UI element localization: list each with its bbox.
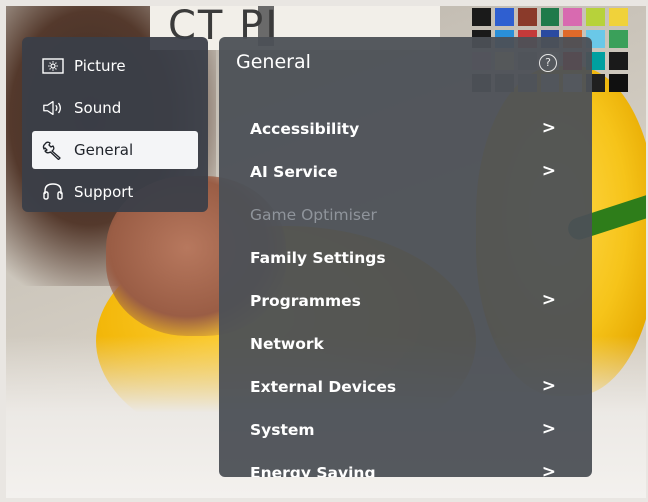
headset-icon: [42, 183, 64, 201]
setting-system[interactable]: System >: [219, 408, 592, 451]
color-swatch: [609, 8, 628, 26]
general-settings-panel: General ? Accessibility > AI Service > G…: [219, 37, 592, 477]
color-swatch: [586, 8, 606, 26]
color-swatch: [517, 8, 537, 26]
setting-network[interactable]: Network: [219, 322, 592, 365]
setting-label: Game Optimiser: [250, 205, 377, 224]
help-icon[interactable]: ?: [539, 54, 557, 72]
menu-item-sound[interactable]: Sound: [32, 89, 198, 127]
setting-accessibility[interactable]: Accessibility >: [219, 107, 592, 150]
setting-label: Family Settings: [250, 248, 386, 267]
color-swatch: [609, 74, 628, 92]
setting-external-devices[interactable]: External Devices >: [219, 365, 592, 408]
setting-label: External Devices: [250, 377, 397, 396]
setting-programmes[interactable]: Programmes >: [219, 279, 592, 322]
setting-label: Network: [250, 334, 324, 353]
color-swatch: [540, 8, 560, 26]
menu-item-support[interactable]: Support: [32, 173, 198, 211]
chevron-right-icon: >: [541, 376, 556, 396]
chevron-right-icon: >: [541, 462, 556, 477]
setting-game-optimiser: Game Optimiser: [219, 193, 592, 236]
chevron-right-icon: >: [541, 161, 556, 181]
color-swatch: [609, 30, 628, 48]
panel-title: General: [236, 51, 311, 73]
color-swatch: [494, 8, 514, 26]
setting-ai-service[interactable]: AI Service >: [219, 150, 592, 193]
picture-icon: [42, 57, 64, 75]
setting-energy-saving[interactable]: Energy Saving >: [219, 451, 592, 477]
chevron-right-icon: >: [541, 118, 556, 138]
chevron-right-icon: >: [541, 419, 556, 439]
settings-list: Accessibility > AI Service > Game Optimi…: [219, 107, 592, 477]
color-swatch: [472, 8, 491, 26]
menu-item-label: Support: [74, 183, 134, 201]
menu-item-label: General: [74, 141, 134, 159]
color-swatch: [563, 8, 583, 26]
setting-label: AI Service: [250, 162, 338, 181]
menu-item-label: Sound: [74, 99, 122, 117]
menu-item-label: Picture: [74, 57, 126, 75]
setting-family-settings[interactable]: Family Settings: [219, 236, 592, 279]
setting-label: Programmes: [250, 291, 361, 310]
setting-label: Accessibility: [250, 119, 360, 138]
setting-label: Energy Saving: [250, 463, 376, 478]
sound-icon: [42, 99, 64, 117]
menu-item-picture[interactable]: Picture: [32, 47, 198, 85]
wrench-icon: [42, 141, 64, 160]
chevron-right-icon: >: [541, 290, 556, 310]
settings-category-menu: Picture Sound General Support: [22, 37, 208, 212]
setting-label: System: [250, 420, 315, 439]
menu-item-general[interactable]: General: [32, 131, 198, 169]
color-swatch: [609, 52, 628, 70]
